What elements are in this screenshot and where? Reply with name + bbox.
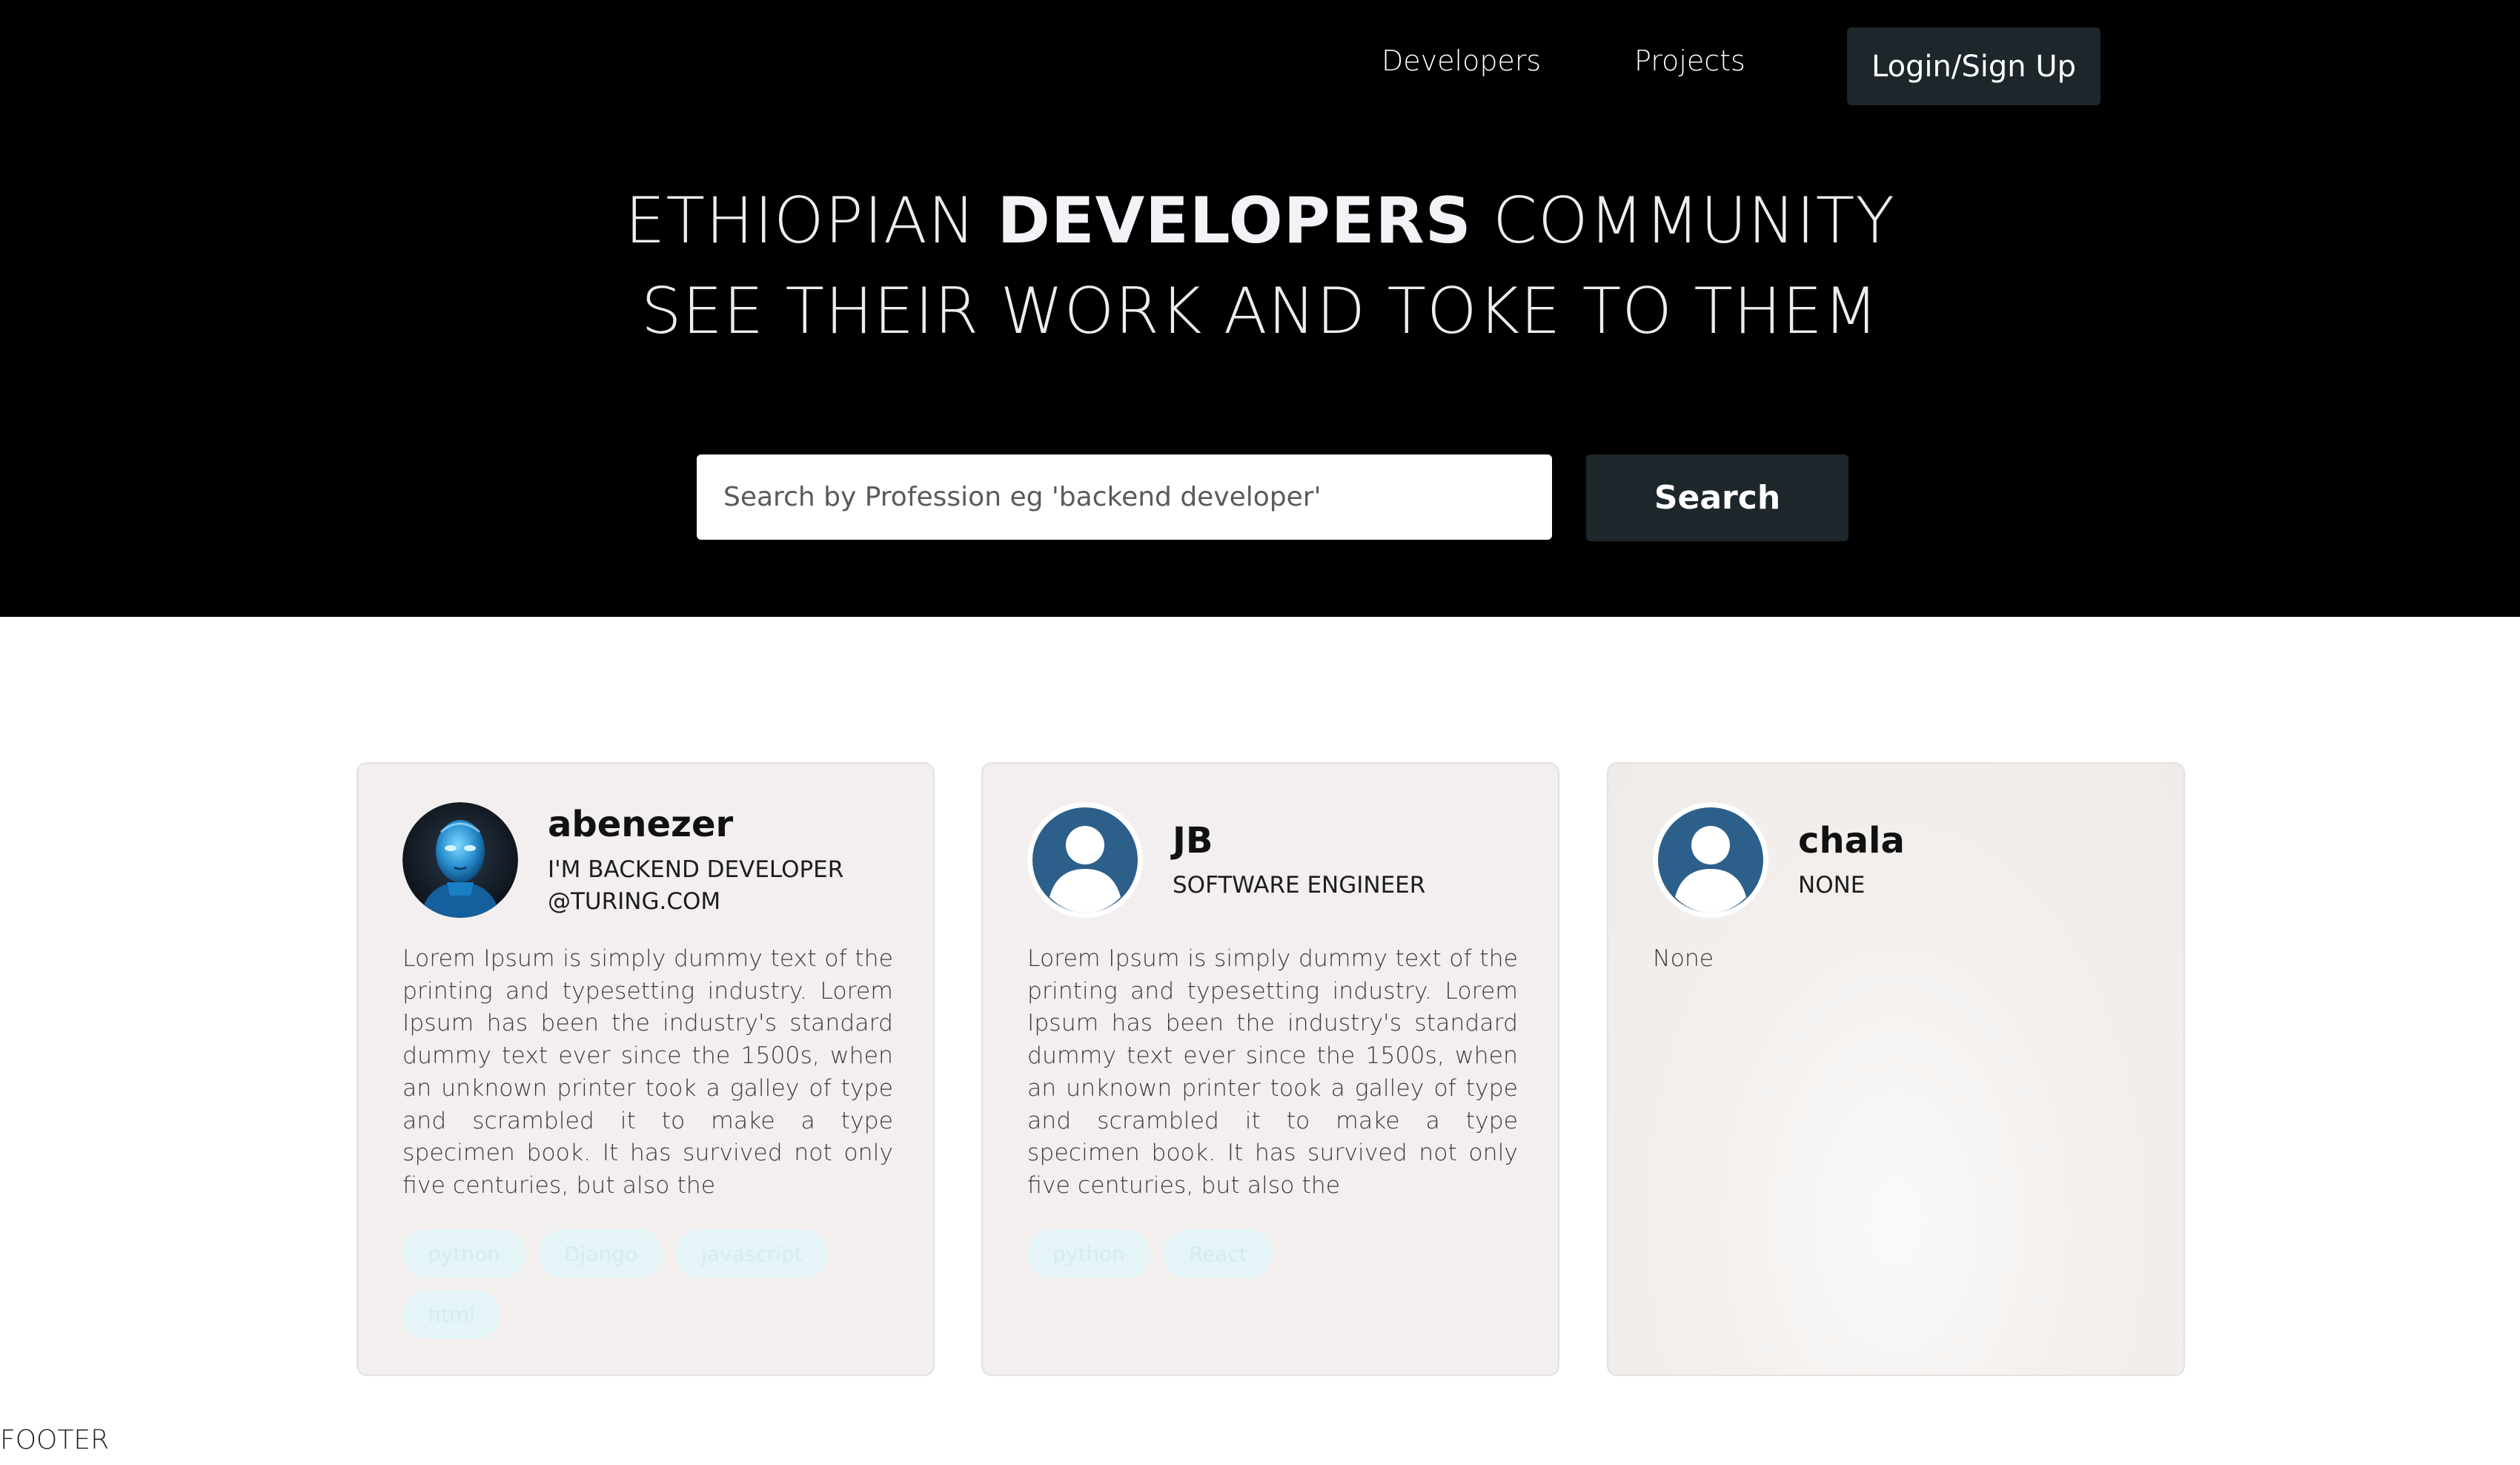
headline-emphasis: DEVELOPERS (997, 184, 1472, 258)
developer-name[interactable]: abenezer (548, 804, 733, 845)
skill-tag[interactable]: html (402, 1290, 500, 1339)
hero-section: Developers Projects Login/Sign Up ETHIOP… (0, 0, 2520, 617)
skill-tag[interactable]: Django (538, 1229, 663, 1278)
headline-prefix: ETHIOPIAN (625, 184, 998, 258)
developer-card[interactable]: JB SOFTWARE ENGINEER Lorem Ipsum is simp… (981, 762, 1559, 1376)
nav-developers-link[interactable]: Developers (1382, 44, 1541, 77)
skill-tag[interactable]: React (1163, 1229, 1273, 1278)
developer-bio: Lorem Ipsum is simply dummy text of the … (402, 945, 893, 1199)
default-user-icon (1027, 802, 1143, 918)
hero-headline: ETHIOPIAN DEVELOPERS COMMUNITY (0, 184, 2520, 258)
developer-card[interactable]: chala NONE None (1607, 762, 2185, 1376)
robot-avatar-icon (402, 802, 518, 918)
search-button[interactable]: Search (1586, 454, 1848, 541)
default-user-icon (1653, 802, 1768, 918)
developer-name[interactable]: JB (1173, 820, 1213, 862)
developer-title: NONE (1798, 872, 1866, 899)
footer: FOOTER (0, 1425, 110, 1455)
headline-suffix: COMMUNITY (1471, 184, 1895, 258)
skill-tag[interactable]: python (1027, 1229, 1150, 1278)
skill-tag[interactable]: python (402, 1229, 525, 1278)
developer-title: I'M BACKEND DEVELOPER @TURING.COM (548, 856, 844, 915)
hero-subheadline: SEE THEIR WORK AND TOKE TO THEM (640, 274, 1880, 348)
developer-title: SOFTWARE ENGINEER (1173, 872, 1426, 899)
developer-card[interactable]: abenezer I'M BACKEND DEVELOPER @TURING.C… (357, 762, 935, 1376)
skill-tags: python Django javascript html (402, 1229, 893, 1339)
nav-projects-link[interactable]: Projects (1634, 44, 1745, 77)
developer-bio: None (1653, 945, 1714, 972)
developer-bio: Lorem Ipsum is simply dummy text of the … (1027, 945, 1518, 1199)
login-signup-button[interactable]: Login/Sign Up (1847, 27, 2100, 105)
skill-tags: python React (1027, 1229, 1518, 1278)
skill-tag[interactable]: javascript (676, 1229, 828, 1278)
search-input[interactable] (697, 454, 1552, 540)
developer-name[interactable]: chala (1798, 820, 1905, 862)
